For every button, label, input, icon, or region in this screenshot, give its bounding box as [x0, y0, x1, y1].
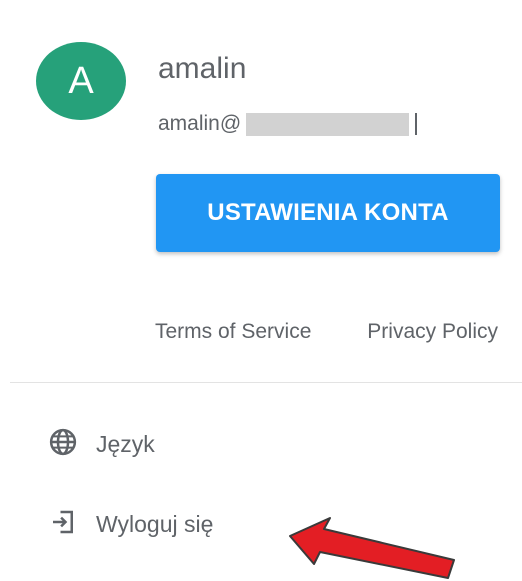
- menu-item-logout[interactable]: Wyloguj się: [48, 508, 213, 540]
- avatar: A: [36, 42, 126, 120]
- email-redaction-bar: [246, 112, 410, 136]
- logout-icon: [48, 507, 78, 542]
- red-arrow-icon: [286, 516, 460, 581]
- globe-icon: [48, 427, 78, 462]
- divider: [10, 382, 522, 383]
- avatar-letter: A: [68, 60, 94, 102]
- username: amalin: [158, 52, 247, 85]
- account-settings-button[interactable]: USTAWIENIA KONTA: [156, 174, 500, 252]
- privacy-policy-link[interactable]: Privacy Policy: [367, 320, 498, 344]
- email-end-mark: [415, 113, 418, 135]
- account-menu-panel: A amalin amalin@ USTAWIENIA KONTA Terms …: [0, 0, 522, 581]
- terms-of-service-link[interactable]: Terms of Service: [155, 320, 311, 344]
- legal-links: Terms of Service Privacy Policy: [0, 320, 522, 348]
- email-prefix: amalin@: [158, 112, 242, 135]
- email-address: amalin@: [158, 110, 418, 138]
- menu-item-logout-label: Wyloguj się: [96, 510, 214, 537]
- menu-item-language[interactable]: Język: [48, 428, 155, 460]
- menu-item-language-label: Język: [96, 430, 155, 457]
